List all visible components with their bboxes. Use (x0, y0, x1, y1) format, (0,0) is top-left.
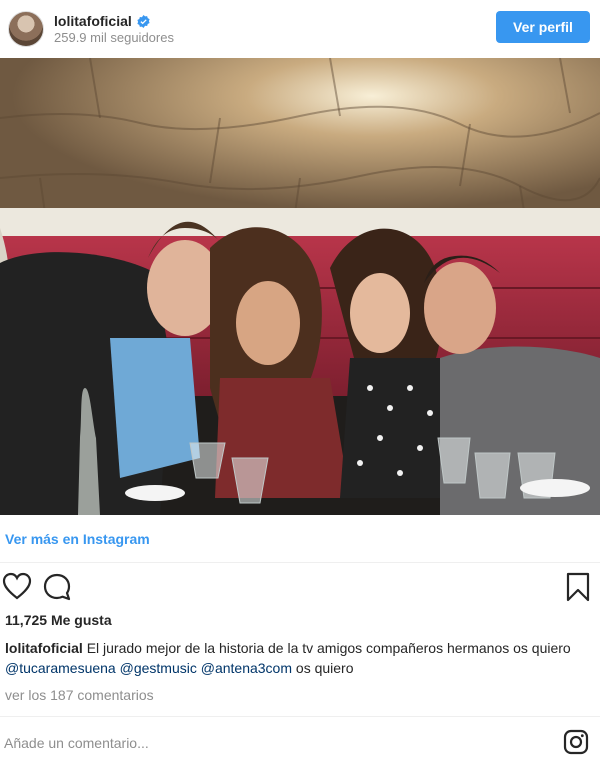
post-caption: lolitafoficial El jurado mejor de la his… (5, 638, 593, 678)
caption-tail: os quiero (295, 660, 354, 676)
avatar[interactable] (8, 11, 44, 47)
mention-link[interactable]: @tucaramesuena (5, 660, 116, 676)
caption-text: El jurado mejor de la historia de la tv … (86, 640, 571, 656)
divider (0, 562, 600, 563)
action-bar (0, 570, 600, 604)
view-comments-link[interactable]: ver los 187 comentarios (5, 687, 154, 703)
heart-icon[interactable] (2, 572, 32, 600)
view-more-on-instagram-link[interactable]: Ver más en Instagram (5, 531, 150, 547)
photo-image (0, 58, 600, 515)
mention-link[interactable]: @antena3com (201, 660, 292, 676)
post-header: lolitafoficial 259.9 mil seguidores Ver … (0, 0, 600, 58)
followers-count: 259.9 mil seguidores (54, 29, 174, 45)
bookmark-icon[interactable] (566, 572, 590, 602)
user-info: lolitafoficial 259.9 mil seguidores (54, 13, 174, 45)
post-photo[interactable] (0, 58, 600, 515)
username[interactable]: lolitafoficial (54, 13, 132, 30)
verified-badge-icon (137, 14, 150, 28)
username-row: lolitafoficial (54, 13, 174, 30)
likes-count[interactable]: 11,725 Me gusta (5, 612, 112, 628)
comment-icon[interactable] (42, 572, 72, 602)
mention-link[interactable]: @gestmusic (120, 660, 197, 676)
caption-username[interactable]: lolitafoficial (5, 640, 83, 656)
view-profile-button[interactable]: Ver perfil (496, 11, 590, 43)
instagram-icon[interactable] (563, 729, 589, 755)
divider (0, 716, 600, 717)
add-comment-input[interactable]: Añade un comentario... (4, 735, 149, 751)
